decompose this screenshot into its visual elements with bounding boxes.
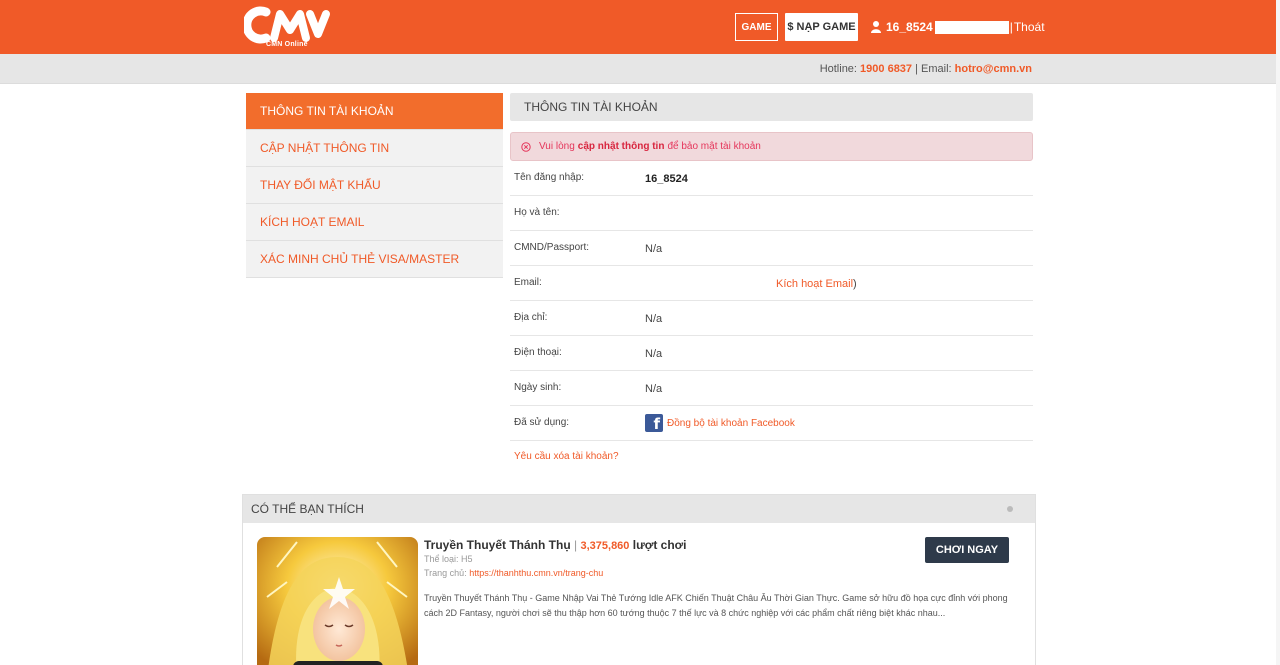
- close-circle-icon: [521, 141, 531, 152]
- row-label: Tên đăng nhập:: [514, 172, 585, 183]
- masked-username: [934, 20, 1009, 34]
- suggestion-panel: CÓ THỂ BẠN THÍCH Truyền Thuyết Thánh Thụ…: [242, 494, 1036, 665]
- row-value: N/a: [645, 348, 663, 360]
- close-paren: ): [853, 278, 857, 290]
- row-label: Điện thoại:: [514, 347, 562, 358]
- separator: |: [1009, 20, 1013, 34]
- game-thumbnail[interactable]: [257, 537, 418, 665]
- game-genre: Thể loại: H5: [424, 554, 473, 564]
- delete-account-link[interactable]: Yêu cầu xóa tài khoản?: [514, 451, 619, 462]
- info-row-birthday: Ngày sinh: N/a: [510, 371, 1033, 406]
- facebook-sync[interactable]: f Đồng bộ tài khoản Facebook: [645, 414, 795, 433]
- support-email[interactable]: hotro@cmn.vn: [955, 63, 1032, 75]
- info-row-address: Địa chỉ: N/a: [510, 301, 1033, 336]
- row-label: Email:: [514, 277, 542, 288]
- game-artwork: [257, 537, 418, 665]
- update-alert: Vui lòng cập nhật thông tin để bảo mật t…: [510, 132, 1033, 161]
- nap-game-button[interactable]: $ NẠP GAME: [785, 13, 858, 41]
- suggestion-title: CÓ THỂ BẠN THÍCH: [251, 502, 364, 516]
- sidebar-item-verify-card[interactable]: XÁC MINH CHỦ THẺ VISA/MASTER: [246, 241, 503, 278]
- info-row-email: Email: Kích hoạt Email): [510, 266, 1033, 301]
- info-row-passport: CMND/Passport: N/a: [510, 231, 1033, 266]
- info-row-phone: Điện thoại: N/a: [510, 336, 1033, 371]
- row-label: Họ và tên:: [514, 207, 560, 218]
- activate-email-link[interactable]: Kích hoạt Email: [776, 278, 853, 290]
- sidebar-item-update-info[interactable]: CẬP NHẬT THÔNG TIN: [246, 130, 503, 167]
- facebook-icon: f: [645, 414, 663, 433]
- row-label: Đã sử dụng:: [514, 417, 570, 428]
- game-button[interactable]: GAME: [735, 13, 778, 41]
- email-label: | Email:: [915, 63, 952, 75]
- user-account[interactable]: 16_8524 | Thoát: [871, 19, 1045, 35]
- dot-icon: [1007, 506, 1013, 512]
- account-sidebar: THÔNG TIN TÀI KHOẢN CẬP NHẬT THÔNG TIN T…: [246, 93, 503, 278]
- scrollbar-track[interactable]: [1276, 0, 1280, 665]
- title-separator: |: [574, 538, 578, 552]
- row-value: N/a: [645, 383, 663, 395]
- alert-update-link[interactable]: cập nhật thông tin: [578, 141, 665, 152]
- game-homepage: Trang chủ: https://thanhthu.cmn.vn/trang…: [424, 568, 603, 578]
- game-title: Truyền Thuyết Thánh Thụ | 3,375,860 lượt…: [424, 538, 687, 552]
- row-value: N/a: [645, 313, 663, 325]
- play-count-suffix: lượt chơi: [632, 538, 687, 552]
- row-label: Ngày sinh:: [514, 382, 562, 393]
- row-label: CMND/Passport:: [514, 242, 590, 253]
- username: 16_8524: [886, 20, 933, 34]
- row-value: N/a: [645, 243, 663, 255]
- info-row-username: Tên đăng nhập: 16_8524: [510, 161, 1033, 196]
- game-name[interactable]: Truyền Thuyết Thánh Thụ: [424, 538, 571, 552]
- top-header: CMN Online GAME $ NẠP GAME 16_8524 | Tho…: [0, 0, 1280, 54]
- homepage-link[interactable]: https://thanhthu.cmn.vn/trang-chu: [469, 568, 603, 578]
- logo-subtitle: CMN Online: [266, 41, 308, 48]
- alert-prefix: Vui lòng: [539, 141, 575, 152]
- alert-suffix: để bảo mật tài khoản: [667, 141, 761, 152]
- sidebar-item-change-password[interactable]: THAY ĐỔI MẬT KHẨU: [246, 167, 503, 204]
- facebook-sync-link[interactable]: Đồng bộ tài khoản Facebook: [667, 418, 795, 429]
- page-title: THÔNG TIN TÀI KHOẢN: [510, 93, 1033, 121]
- info-row-fullname: Họ và tên:: [510, 196, 1033, 231]
- info-row-used: Đã sử dụng: f Đồng bộ tài khoản Facebook: [510, 406, 1033, 441]
- play-count: 3,375,860: [580, 540, 630, 552]
- sidebar-item-account-info[interactable]: THÔNG TIN TÀI KHOẢN: [246, 93, 503, 130]
- hotline-label: Hotline:: [819, 63, 857, 75]
- contact-bar: Hotline: 1900 6837 | Email: hotro@cmn.vn: [0, 54, 1280, 84]
- row-label: Địa chỉ:: [514, 312, 548, 323]
- play-now-button[interactable]: CHƠI NGAY: [925, 537, 1009, 563]
- account-info-table: Tên đăng nhập: 16_8524 Họ và tên: CMND/P…: [510, 161, 1033, 441]
- logout-link[interactable]: Thoát: [1014, 20, 1045, 34]
- homepage-label: Trang chủ:: [424, 568, 467, 578]
- hotline-number[interactable]: 1900 6837: [860, 63, 912, 75]
- row-value: 16_8524: [645, 173, 688, 185]
- hotline-info: Hotline: 1900 6837 | Email: hotro@cmn.vn: [820, 63, 1032, 75]
- suggestion-header: CÓ THỂ BẠN THÍCH: [243, 495, 1035, 523]
- activate-email-wrap: Kích hoạt Email): [776, 278, 857, 290]
- user-icon: [871, 21, 881, 33]
- game-description: Truyền Thuyết Thánh Thụ - Game Nhập Vai …: [424, 593, 1008, 618]
- sidebar-item-activate-email[interactable]: KÍCH HOẠT EMAIL: [246, 204, 503, 241]
